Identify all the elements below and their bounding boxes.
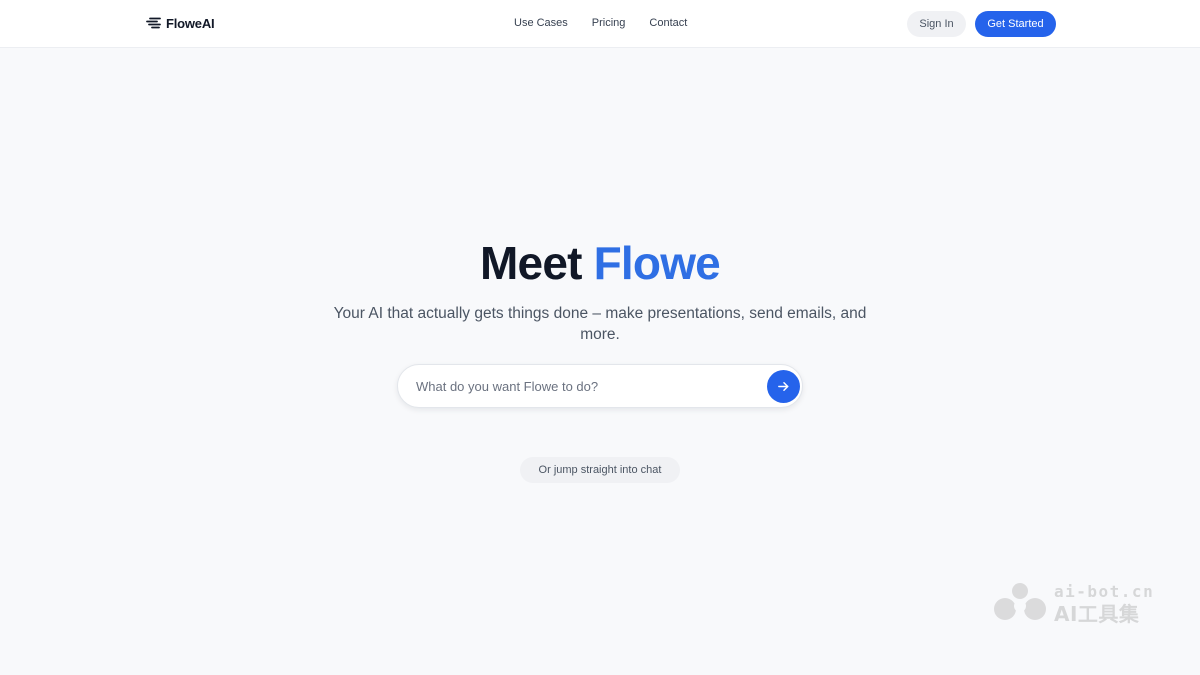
top-header: FloweAI Use Cases Pricing Contact Sign I… <box>0 0 1200 48</box>
arrow-right-icon <box>778 382 789 391</box>
nav-link-pricing[interactable]: Pricing <box>592 17 626 29</box>
nav-link-use-cases[interactable]: Use Cases <box>514 17 568 29</box>
submit-button[interactable] <box>767 370 800 403</box>
sign-in-button[interactable]: Sign In <box>907 11 966 37</box>
hero-title-prefix: Meet <box>480 237 582 289</box>
watermark: ai-bot.cn AI工具集 <box>992 580 1172 626</box>
get-started-button[interactable]: Get Started <box>975 11 1056 37</box>
jump-to-chat-button[interactable]: Or jump straight into chat <box>520 457 680 483</box>
watermark-text: AI工具集 <box>1054 602 1140 626</box>
brand-name: FloweAI <box>166 15 215 31</box>
hero-title: Meet Flowe <box>0 234 1200 292</box>
nav-link-contact[interactable]: Contact <box>649 17 687 29</box>
main-nav: Use Cases Pricing Contact <box>514 17 687 29</box>
hero-subtitle: Your AI that actually gets things done –… <box>333 305 867 343</box>
brand-logo[interactable]: FloweAI <box>146 15 215 31</box>
hero-title-accent: Flowe <box>593 237 721 289</box>
prompt-box <box>397 364 803 408</box>
speed-lines-icon <box>146 17 161 29</box>
watermark-logo-icon <box>994 583 1046 620</box>
prompt-input[interactable] <box>416 365 756 407</box>
